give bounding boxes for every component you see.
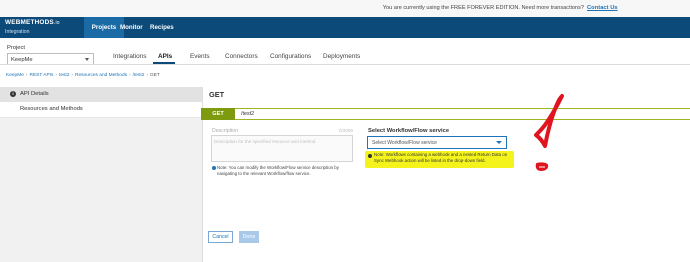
brand-logo[interactable]: WEBMETHODS.io: [5, 19, 60, 26]
description-char-count: 0/2000: [339, 128, 354, 133]
description-label: Description: [212, 128, 238, 134]
tab-deployments[interactable]: Deployments: [323, 53, 360, 60]
description-note: Note: You can modify the Workflow/Flow s…: [217, 165, 339, 176]
breadcrumb-item[interactable]: KeepMe: [6, 73, 24, 78]
sidebar-item-label: Resources and Methods: [20, 106, 83, 112]
red-annotation-dot: [535, 162, 549, 172]
tab-integrations[interactable]: Integrations: [113, 53, 146, 60]
workflow-note: Note: Workflows containing a webhook and…: [374, 152, 508, 163]
brand-name: WEBMETHODS: [5, 19, 54, 26]
nav-recipes[interactable]: Recipes: [144, 17, 180, 38]
project-label: Project: [7, 45, 26, 51]
active-tab-indicator: [153, 62, 175, 64]
cancel-button[interactable]: Cancel: [208, 231, 233, 243]
chevron-down-icon[interactable]: [496, 141, 502, 144]
brand-sub: Integration: [5, 29, 30, 35]
tab-events[interactable]: Events: [190, 53, 210, 60]
tab-configurations[interactable]: Configurations: [270, 53, 311, 60]
breadcrumb-separator: ›: [25, 73, 28, 78]
project-select-value: KeepMe: [11, 57, 33, 63]
workflow-select-placeholder: Select Workflow/Flow service: [372, 140, 437, 146]
red-annotation-arrow: [534, 94, 564, 148]
info-icon: i: [10, 91, 16, 97]
page-title: GET: [209, 90, 225, 99]
tab-apis[interactable]: APIs: [158, 53, 172, 60]
info-icon: [212, 166, 216, 170]
workflow-select-label: Select Workflow/Flow service: [368, 128, 450, 134]
resource-path: /test2: [241, 111, 255, 117]
breadcrumb-separator: ›: [71, 73, 74, 78]
resource-path-bar: [201, 108, 690, 120]
breadcrumb: KeepMe › REST APIs › test2 › Resources and Met…: [6, 73, 160, 78]
tab-connectors[interactable]: Connectors: [225, 53, 258, 60]
breadcrumb-separator: ›: [146, 73, 148, 78]
contact-us-link[interactable]: Contact Us: [587, 5, 618, 11]
breadcrumb-item[interactable]: /test2: [133, 73, 145, 78]
breadcrumb-separator: ›: [55, 73, 57, 78]
description-placeholder: Description for the specified resource a…: [214, 139, 316, 144]
done-button[interactable]: Done: [239, 231, 259, 243]
breadcrumb-item[interactable]: Resources and Methods: [75, 73, 127, 78]
breadcrumb-item[interactable]: test2: [59, 73, 69, 78]
info-icon: [368, 154, 372, 158]
tabs-divider: [0, 64, 690, 65]
chevron-down-icon: [85, 58, 89, 61]
brand-suffix: .io: [53, 20, 60, 26]
breadcrumb-current: GET: [149, 73, 160, 78]
sidebar-item-api-details[interactable]: i API Details: [0, 87, 202, 102]
sidebar-item-resources-and-methods[interactable]: Resources and Methods: [0, 102, 202, 118]
edition-banner-text: You are currently using the FREE FOREVER…: [382, 5, 584, 11]
breadcrumb-item[interactable]: REST APIs: [29, 73, 53, 78]
sidebar-item-label: API Details: [20, 91, 49, 97]
method-badge: GET: [201, 108, 235, 120]
breadcrumb-separator: ›: [129, 73, 131, 78]
